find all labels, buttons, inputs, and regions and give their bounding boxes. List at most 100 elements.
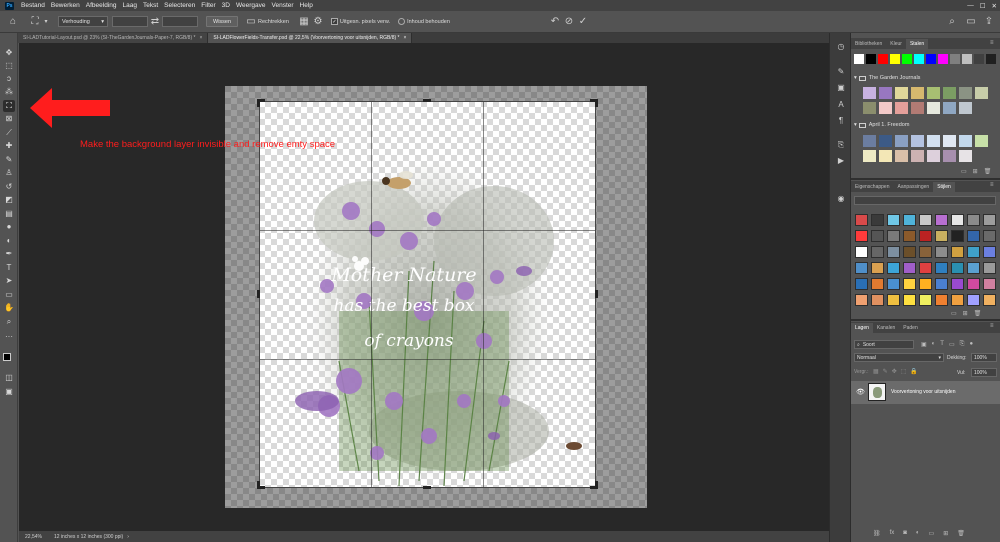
color-swatch[interactable] — [911, 150, 924, 162]
clone-stamp-tool-icon[interactable]: ♙ — [3, 167, 15, 179]
style-preset[interactable] — [935, 246, 948, 258]
search-icon[interactable]: ⌕ — [945, 16, 959, 27]
tab-libraries[interactable]: Bibliotheken — [851, 39, 886, 49]
brushes-icon[interactable]: ▣ — [835, 82, 847, 94]
color-swatch[interactable] — [943, 102, 956, 114]
style-preset[interactable] — [855, 278, 868, 290]
swap-icon[interactable]: ⇄ — [148, 16, 162, 27]
style-preset[interactable] — [871, 214, 884, 226]
color-swatch[interactable] — [911, 135, 924, 147]
style-preset[interactable] — [951, 230, 964, 242]
style-preset[interactable] — [919, 262, 932, 274]
color-swatch[interactable] — [927, 135, 940, 147]
pen-tool-icon[interactable]: ✒ — [3, 248, 15, 260]
width-field[interactable] — [112, 16, 148, 27]
screen-mode-icon[interactable]: ▣ — [3, 386, 15, 398]
add-mask-icon[interactable]: ◙ — [903, 530, 907, 537]
color-swatch[interactable] — [959, 150, 972, 162]
adjustment-filter-icon[interactable]: ◐ — [932, 341, 936, 348]
eyedropper-tool-icon[interactable]: ⟋ — [3, 127, 15, 139]
layer-row[interactable]: 👁 Voorvertoning voor uitsnijden — [851, 381, 1000, 404]
tab-color[interactable]: Kleur — [886, 39, 906, 49]
brush-tool-icon[interactable]: ✎ — [3, 154, 15, 166]
straighten-icon[interactable]: ▭ — [244, 16, 258, 27]
menu-afbeelding[interactable]: Afbeelding — [83, 2, 120, 9]
style-preset[interactable] — [967, 262, 980, 274]
style-preset[interactable] — [903, 246, 916, 258]
home-icon[interactable]: ⌂ — [6, 16, 20, 27]
zoom-level[interactable]: 22,54% — [25, 534, 42, 540]
menu-bestand[interactable]: Bestand — [18, 2, 48, 9]
lock-pixels-icon[interactable]: ✎ — [883, 368, 888, 375]
close-icon[interactable]: × — [199, 35, 202, 41]
new-group-icon[interactable]: ▭ — [961, 168, 967, 175]
magic-wand-tool-icon[interactable]: ⁂ — [3, 86, 15, 98]
lock-position-icon[interactable]: ✥ — [892, 368, 897, 375]
new-style-icon[interactable]: ⊞ — [963, 310, 968, 317]
style-preset[interactable] — [855, 246, 868, 258]
crop-handle-top-left[interactable] — [257, 99, 260, 107]
share-icon[interactable]: ⇪ — [982, 16, 996, 27]
color-swatch[interactable] — [854, 54, 864, 64]
menu-weergave[interactable]: Weergave — [233, 2, 269, 9]
panel-menu-icon[interactable]: ≡ — [990, 182, 994, 188]
color-swatch[interactable] — [863, 150, 876, 162]
style-preset[interactable] — [935, 214, 948, 226]
layer-style-icon[interactable]: fx — [890, 530, 895, 537]
brush-settings-icon[interactable]: ✎ — [835, 66, 847, 78]
delete-cropped-checkbox[interactable]: ✓ — [330, 18, 338, 25]
crop-handle-bottom[interactable] — [423, 486, 431, 489]
style-preset[interactable] — [983, 294, 996, 306]
info-icon[interactable]: ◉ — [835, 193, 847, 205]
menu-selecteren[interactable]: Selecteren — [161, 2, 198, 9]
shape-tool-icon[interactable]: ▭ — [3, 289, 15, 301]
quick-mask-icon[interactable]: ◫ — [3, 372, 15, 384]
style-preset[interactable] — [855, 262, 868, 274]
style-preset[interactable] — [887, 278, 900, 290]
menu-bewerken[interactable]: Bewerken — [48, 2, 83, 9]
new-group-icon[interactable]: ▭ — [951, 310, 957, 317]
style-preset[interactable] — [967, 278, 980, 290]
opacity-field[interactable]: 100% — [971, 353, 997, 362]
crop-handle-top[interactable] — [423, 99, 431, 102]
color-swatch[interactable] — [927, 102, 940, 114]
color-swatch[interactable] — [943, 135, 956, 147]
crop-handle-top-right[interactable] — [595, 99, 598, 107]
trash-icon[interactable]: 🗑 — [984, 168, 992, 175]
style-preset[interactable] — [951, 278, 964, 290]
color-swatch[interactable] — [959, 135, 972, 147]
straighten-label[interactable]: Rechtrekken — [258, 19, 289, 25]
color-swatch[interactable] — [959, 87, 972, 99]
gradient-tool-icon[interactable]: ▤ — [3, 208, 15, 220]
color-swatch[interactable] — [943, 150, 956, 162]
pixel-filter-icon[interactable]: ▣ — [921, 341, 927, 348]
style-preset[interactable] — [871, 294, 884, 306]
clear-button[interactable]: Wissen — [206, 16, 239, 27]
style-preset[interactable] — [919, 214, 932, 226]
style-preset[interactable] — [871, 262, 884, 274]
crop-handle-right[interactable] — [595, 290, 598, 298]
eye-icon[interactable]: 👁 — [856, 388, 865, 396]
style-preset[interactable] — [967, 214, 980, 226]
chevron-right-icon[interactable]: › — [127, 534, 129, 540]
document-tab-active[interactable]: SI-LADFlowerFields-Transfer.psd @ 22,5% … — [208, 33, 413, 43]
style-preset[interactable] — [855, 214, 868, 226]
style-preset[interactable] — [919, 246, 932, 258]
clone-source-icon[interactable]: ⎘ — [835, 139, 847, 151]
color-swatch[interactable] — [911, 87, 924, 99]
menu-filter[interactable]: Filter — [198, 2, 218, 9]
styles-search-field[interactable] — [854, 196, 996, 205]
style-preset[interactable] — [903, 214, 916, 226]
color-swatch[interactable] — [863, 102, 876, 114]
move-tool-icon[interactable]: ✥ — [3, 47, 15, 59]
lasso-tool-icon[interactable]: ↄ — [3, 73, 15, 85]
grid-overlay-icon[interactable]: ▦ — [297, 16, 311, 27]
eraser-tool-icon[interactable]: ◩ — [3, 194, 15, 206]
style-preset[interactable] — [951, 214, 964, 226]
adjustment-layer-icon[interactable]: ◐ — [916, 530, 920, 537]
color-swatch[interactable] — [895, 102, 908, 114]
style-preset[interactable] — [935, 230, 948, 242]
workspace-icon[interactable]: ▭ — [964, 16, 978, 27]
more-tools-icon[interactable]: ··· — [3, 331, 15, 343]
chevron-down-icon[interactable]: ▾ — [42, 18, 50, 25]
